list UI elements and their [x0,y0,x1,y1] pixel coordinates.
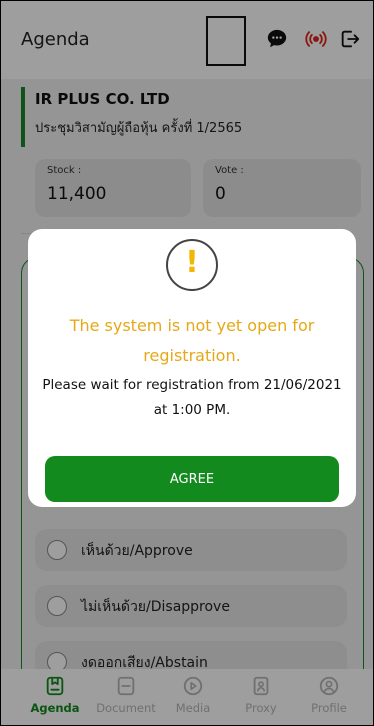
registration-closed-dialog: ! The system is not yet open for registr… [28,229,356,507]
agree-button[interactable]: AGREE [45,456,339,502]
dialog-headline: The system is not yet open for registrat… [69,316,315,365]
warning-icon: ! [166,239,218,291]
app-frame: Agenda IR PLUS CO. LTD ประชุมวิสามัญผู้ถ… [0,0,374,726]
dialog-message: Please wait for registration from 21/06/… [42,377,342,418]
